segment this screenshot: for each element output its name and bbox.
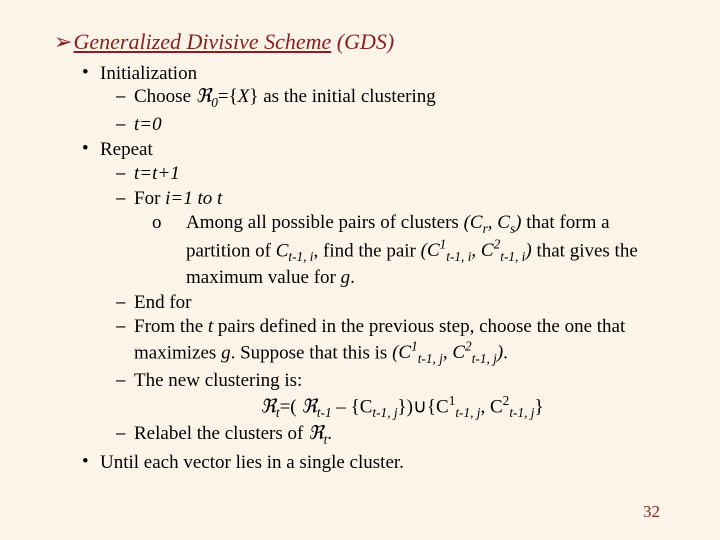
arrow-icon: ➢ (54, 28, 68, 56)
g-sym: g (341, 267, 351, 288)
relabel-R: ℜ (308, 423, 323, 444)
init-sublist: Choose ℜ0={X} as the initial clustering … (116, 85, 670, 136)
relabel2: . (327, 423, 332, 444)
pair-j: (C1t-1, j, C2t-1, j) (392, 342, 503, 363)
for-body: o Among all possible pairs of clusters (… (152, 211, 670, 290)
top-bullet-list: Initialization Choose ℜ0={X} as the init… (82, 62, 670, 475)
script-R-0: ℜ (196, 86, 211, 107)
equation: ℜt=( ℜt-1 – {Ct-1, j})∪{C1t-1, j, C2t-1,… (134, 393, 670, 422)
o-icon: o (152, 211, 162, 235)
title-underlined: Generalized Divisive Scheme (74, 29, 332, 54)
for-pre: For (134, 188, 165, 209)
bullet-until: Until each vector lies in a single clust… (82, 451, 670, 475)
period2: . (503, 342, 508, 363)
eq-sub-j3: t-1, j (509, 405, 534, 420)
title-tail: (GDS) (331, 29, 394, 54)
until-text: Until each vector lies in a single clust… (100, 452, 404, 473)
eq-setclose: })∪{C (398, 396, 449, 417)
sub-0: 0 (211, 95, 218, 110)
endfor-text: End for (134, 292, 192, 313)
from1: From the (134, 316, 208, 337)
relabel1: Relabel the clusters of (134, 423, 308, 444)
repeat-from: From the t pairs defined in the previous… (116, 315, 670, 367)
init-choose-post: as the initial clustering (258, 86, 435, 107)
for-cond: i=1 to t (165, 188, 222, 209)
repeat-relabel: Relabel the clusters of ℜt. (116, 422, 670, 448)
eq-mid1: =( (280, 396, 302, 417)
init-label: Initialization (100, 63, 197, 84)
newclust-text: The new clustering is: (134, 370, 302, 391)
bullet-initialization: Initialization Choose ℜ0={X} as the init… (82, 62, 670, 137)
eq-mid2: – {C (332, 396, 373, 417)
eq-end: } (534, 396, 543, 417)
among-sub: t-1, i (288, 249, 313, 264)
among3: , find the pair (314, 240, 421, 261)
repeat-label: Repeat (100, 139, 153, 160)
init-choose: Choose ℜ0={X} as the initial clustering (116, 85, 670, 111)
page-number: 32 (643, 501, 660, 522)
t0-text: t=0 (134, 114, 162, 135)
eq-comma: , C (480, 396, 502, 417)
eq-R-tm1: ℜ (301, 396, 316, 417)
init-t0: t=0 (116, 113, 670, 137)
repeat-sublist: t=t+1 For i=1 to t o Among all possible … (116, 162, 670, 449)
X-sym: X (238, 86, 250, 107)
repeat-tinc: t=t+1 (116, 162, 670, 186)
repeat-newclust: The new clustering is: ℜt=( ℜt-1 – {Ct-1… (116, 369, 670, 421)
repeat-endfor: End for (116, 291, 670, 315)
slide-root: ➢ Generalized Divisive Scheme (GDS) Init… (0, 0, 720, 540)
init-choose-pre: Choose (134, 86, 196, 107)
eq-sub-j1: t-1, j (372, 405, 397, 420)
period1: . (350, 267, 355, 288)
eq-sub-tm1: t-1 (317, 405, 332, 420)
bullet-repeat: Repeat t=t+1 For i=1 to t o Among all po… (82, 138, 670, 448)
among-C: C (276, 240, 289, 261)
eq-R-t: ℜ (260, 396, 275, 417)
among1: Among all possible pairs of clusters (186, 212, 464, 233)
repeat-for: For i=1 to t o Among all possible pairs … (116, 187, 670, 290)
from3: . Suppose that this is (231, 342, 393, 363)
tinc-text: t=t+1 (134, 163, 180, 184)
g-sym2: g (221, 342, 231, 363)
pair-c12: (C1t-1, i, C2t-1, i) (421, 240, 532, 261)
slide-title: ➢ Generalized Divisive Scheme (GDS) (54, 28, 670, 56)
pair-crcs: (Cr, Cs) (464, 212, 522, 233)
among-line: o Among all possible pairs of clusters (… (152, 211, 670, 290)
eq-sub-j2: t-1, j (455, 405, 480, 420)
